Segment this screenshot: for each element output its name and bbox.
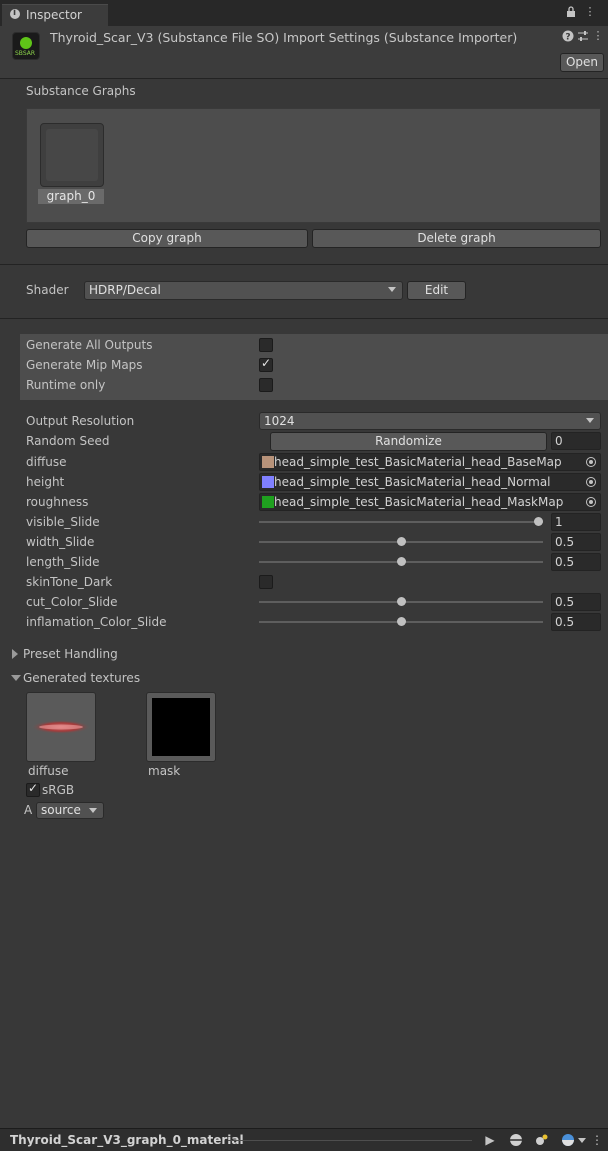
diffuse-texture-field[interactable]: head_simple_test_BasicMaterial_head_Base… <box>259 453 601 471</box>
open-button[interactable]: Open <box>560 53 604 72</box>
length-slide-field[interactable]: 0.5 <box>551 553 601 571</box>
mask-texture-preview[interactable] <box>146 692 216 762</box>
chevron-down-icon <box>586 418 594 423</box>
lock-icon[interactable] <box>565 6 577 18</box>
texture-swatch <box>262 496 274 508</box>
inflamation-color-slide-label: inflamation_Color_Slide <box>26 615 167 629</box>
srgb-label: sRGB <box>42 783 75 797</box>
shader-value: HDRP/Decal <box>89 283 161 297</box>
length-slide-label: length_Slide <box>26 555 100 569</box>
mask-texture-label: mask <box>148 764 181 778</box>
divider <box>228 1140 472 1141</box>
texture-swatch <box>262 456 274 468</box>
edit-shader-button[interactable]: Edit <box>407 281 466 300</box>
svg-text:?: ? <box>565 33 570 43</box>
height-texture-field[interactable]: head_simple_test_BasicMaterial_head_Norm… <box>259 473 601 491</box>
length-slide-handle[interactable] <box>396 557 406 566</box>
preset-handling-foldout[interactable]: Preset Handling <box>23 647 118 661</box>
skintone-dark-label: skinTone_Dark <box>26 575 113 589</box>
inflamation-color-slide-handle[interactable] <box>396 617 406 626</box>
tab-inspector-label: Inspector <box>26 8 82 22</box>
chevron-down-icon[interactable] <box>11 675 21 681</box>
runtime-only-checkbox[interactable] <box>259 378 273 392</box>
info-icon <box>10 8 20 19</box>
inspector-header: SBSAR Thyroid_Scar_V3 (Substance File SO… <box>0 26 608 79</box>
srgb-checkbox[interactable] <box>26 781 40 797</box>
play-icon[interactable]: ▶ <box>483 1133 497 1147</box>
page-title: Thyroid_Scar_V3 (Substance File SO) Impo… <box>50 30 518 45</box>
skintone-dark-checkbox[interactable] <box>259 575 273 589</box>
object-picker-icon[interactable] <box>586 477 596 487</box>
lighting-icon[interactable] <box>535 1133 549 1147</box>
width-slide-handle[interactable] <box>396 537 406 546</box>
runtime-only-label: Runtime only <box>26 378 106 392</box>
visible-slide-label: visible_Slide <box>26 515 100 529</box>
alpha-source-dropdown[interactable]: source <box>36 802 104 819</box>
generate-all-outputs-checkbox[interactable] <box>259 338 273 352</box>
roughness-texture-field[interactable]: head_simple_test_BasicMaterial_head_Mask… <box>259 493 601 511</box>
sphere-preview-icon[interactable] <box>509 1133 523 1147</box>
divider <box>0 318 608 319</box>
chevron-down-icon <box>89 808 97 813</box>
preview-title: Thyroid_Scar_V3_graph_0_material <box>10 1133 244 1147</box>
generate-mip-maps-checkbox[interactable] <box>259 356 273 372</box>
graph-thumbnail-image <box>46 129 98 181</box>
shader-dropdown[interactable]: HDRP/Decal <box>84 281 403 300</box>
visible-slide-track[interactable] <box>259 521 543 523</box>
generated-textures-foldout[interactable]: Generated textures <box>23 671 140 685</box>
random-seed-label: Random Seed <box>26 434 110 448</box>
divider <box>0 264 608 265</box>
chevron-down-icon[interactable] <box>578 1138 586 1143</box>
more-vertical-icon[interactable]: ⋮ <box>590 1133 604 1147</box>
alpha-source-value: source <box>41 803 81 817</box>
more-vertical-icon[interactable]: ⋮ <box>592 30 604 42</box>
preview-bar: Thyroid_Scar_V3_graph_0_material ▶ ⋮ <box>0 1128 608 1151</box>
shader-label: Shader <box>26 283 69 297</box>
diffuse-texture-label: diffuse <box>28 764 69 778</box>
diffuse-texture-preview[interactable] <box>26 692 96 762</box>
generate-mip-maps-label: Generate Mip Maps <box>26 358 143 372</box>
alpha-source-prefix: A <box>24 803 33 817</box>
tab-bar: Inspector ⋮ <box>0 0 608 27</box>
random-seed-field[interactable]: 0 <box>551 432 601 450</box>
randomize-button[interactable]: Randomize <box>270 432 547 451</box>
cut-color-slide-field[interactable]: 0.5 <box>551 593 601 611</box>
width-slide-field[interactable]: 0.5 <box>551 533 601 551</box>
visible-slide-field[interactable]: 1 <box>551 513 601 531</box>
preview-shape-icon[interactable] <box>561 1133 575 1147</box>
cut-color-slide-handle[interactable] <box>396 597 406 606</box>
substance-icon: SBSAR <box>12 32 40 60</box>
more-vertical-icon[interactable]: ⋮ <box>584 6 596 18</box>
inflamation-color-slide-field[interactable]: 0.5 <box>551 613 601 631</box>
diffuse-label: diffuse <box>26 455 67 469</box>
width-slide-label: width_Slide <box>26 535 95 549</box>
chevron-down-icon <box>388 287 396 292</box>
delete-graph-button[interactable]: Delete graph <box>312 229 601 248</box>
generate-all-outputs-label: Generate All Outputs <box>26 338 153 352</box>
output-resolution-value: 1024 <box>264 414 295 428</box>
output-resolution-label: Output Resolution <box>26 414 135 428</box>
chevron-right-icon[interactable] <box>12 649 18 659</box>
object-picker-icon[interactable] <box>586 457 596 467</box>
scar-preview-image <box>31 720 91 734</box>
object-picker-icon[interactable] <box>586 497 596 507</box>
tab-inspector[interactable]: Inspector <box>2 4 108 27</box>
height-label: height <box>26 475 65 489</box>
roughness-label: roughness <box>26 495 89 509</box>
graph-name[interactable]: graph_0 <box>38 189 104 204</box>
visible-slide-handle[interactable] <box>534 517 543 526</box>
texture-swatch <box>262 476 274 488</box>
help-icon[interactable]: ? <box>562 30 574 43</box>
substance-graphs-heading: Substance Graphs <box>26 84 136 98</box>
graph-list <box>26 108 601 223</box>
cut-color-slide-label: cut_Color_Slide <box>26 595 118 609</box>
copy-graph-button[interactable]: Copy graph <box>26 229 308 248</box>
presets-icon[interactable] <box>577 30 589 42</box>
output-resolution-dropdown[interactable]: 1024 <box>259 412 601 430</box>
